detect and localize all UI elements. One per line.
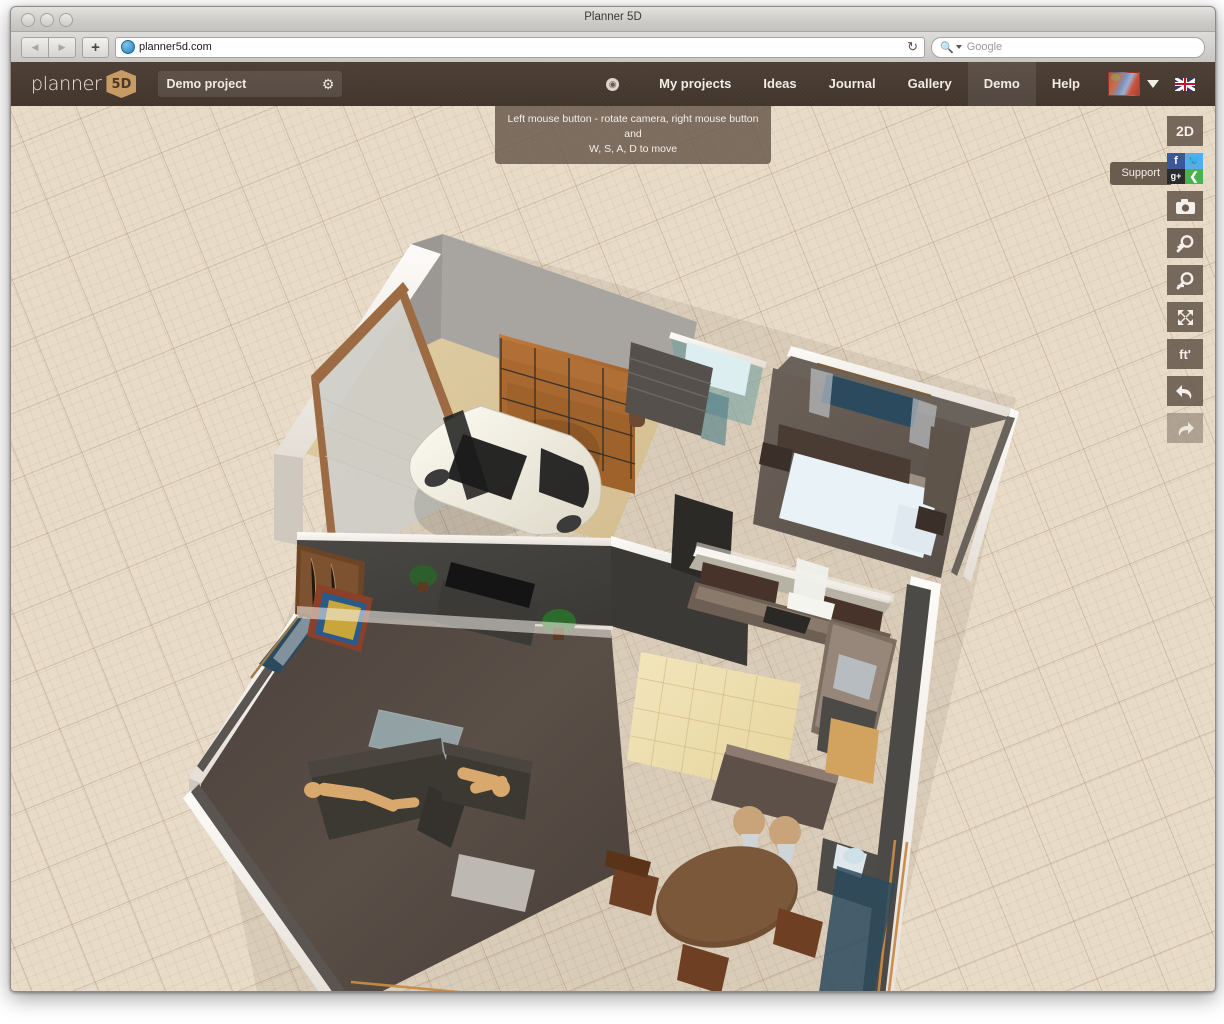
- zoom-out-button[interactable]: [1167, 265, 1203, 295]
- project-name-text: Demo project: [166, 77, 246, 91]
- project-name-field[interactable]: Demo project ⚙: [158, 71, 342, 97]
- url-bar[interactable]: planner5d.com ↻: [115, 37, 925, 58]
- browser-window: Planner 5D ◀ ▶ + planner5d.com ↻ 🔍 Googl…: [10, 6, 1216, 992]
- hint-line-1: Left mouse button - rotate camera, right…: [505, 112, 761, 142]
- globe-icon: [121, 40, 135, 54]
- nav-ideas[interactable]: Ideas: [747, 62, 812, 106]
- hint-line-2: W, S, A, D to move: [505, 142, 761, 157]
- screenshot-button[interactable]: [1167, 191, 1203, 221]
- new-tab-button[interactable]: +: [82, 37, 109, 58]
- magnifier-plus-icon: [1176, 234, 1195, 253]
- redo-arrow-icon: [1175, 420, 1195, 437]
- social-share-block: f 🐦 g+ ❮: [1167, 153, 1203, 184]
- redo-button[interactable]: [1167, 413, 1203, 443]
- logo-badge-text: 5D: [112, 77, 132, 92]
- expand-arrows-icon: [1176, 308, 1195, 327]
- nav-my-projects[interactable]: My projects: [643, 62, 747, 106]
- app-header: planner 5D Demo project ⚙ ◉ My projects …: [11, 62, 1215, 106]
- chevron-down-icon: [956, 45, 962, 49]
- scene-canvas[interactable]: [11, 106, 1215, 991]
- main-navigation: ◉ My projects Ideas Journal Gallery Demo…: [600, 62, 1205, 106]
- url-text: planner5d.com: [139, 41, 212, 53]
- magnifier-minus-icon: [1176, 271, 1195, 290]
- nav-journal[interactable]: Journal: [813, 62, 892, 106]
- browser-toolbar: ◀ ▶ + planner5d.com ↻ 🔍 Google: [11, 32, 1215, 63]
- twitter-icon[interactable]: 🐦: [1185, 153, 1203, 169]
- logo-text: planner: [31, 73, 101, 95]
- avatar[interactable]: [1108, 72, 1140, 96]
- window-title: Planner 5D: [11, 11, 1215, 23]
- zoom-in-button[interactable]: [1167, 228, 1203, 258]
- nav-gallery[interactable]: Gallery: [892, 62, 968, 106]
- uk-flag-icon[interactable]: [1175, 78, 1195, 91]
- undo-button[interactable]: [1167, 376, 1203, 406]
- forward-arrow-icon[interactable]: ▶: [49, 37, 76, 58]
- undo-arrow-icon: [1175, 383, 1195, 400]
- share-icon[interactable]: ❮: [1185, 169, 1203, 185]
- support-button[interactable]: Support: [1110, 162, 1171, 185]
- camera-controls-hint: Left mouse button - rotate camera, right…: [495, 106, 771, 164]
- scene-toolbar: 2D f 🐦 g+ ❮: [1167, 116, 1203, 443]
- view-toggle-2d-button[interactable]: 2D: [1167, 116, 1203, 146]
- back-arrow-icon[interactable]: ◀: [21, 37, 49, 58]
- nav-buttons: ◀ ▶: [21, 37, 76, 58]
- planner5d-logo[interactable]: planner 5D: [31, 70, 136, 98]
- search-placeholder: Google: [967, 41, 1002, 53]
- house-model: [11, 106, 1215, 991]
- fullscreen-button[interactable]: [1167, 302, 1203, 332]
- nav-help[interactable]: Help: [1036, 62, 1096, 106]
- search-icon: 🔍: [940, 41, 954, 54]
- camera-icon: [1176, 199, 1195, 214]
- reload-icon[interactable]: ↻: [907, 40, 918, 54]
- search-input[interactable]: 🔍 Google: [931, 37, 1205, 58]
- browser-titlebar: Planner 5D: [11, 7, 1215, 32]
- planner5d-app: planner 5D Demo project ⚙ ◉ My projects …: [11, 62, 1215, 991]
- gear-icon[interactable]: ⚙: [322, 77, 335, 91]
- units-button[interactable]: ft': [1167, 339, 1203, 369]
- nav-demo[interactable]: Demo: [968, 62, 1036, 106]
- chevron-down-icon[interactable]: [1147, 80, 1159, 88]
- logo-badge-icon: 5D: [106, 70, 136, 98]
- facebook-icon[interactable]: f: [1167, 153, 1185, 169]
- save-dot-icon[interactable]: ◉: [606, 78, 619, 91]
- google-plus-icon[interactable]: g+: [1167, 169, 1185, 185]
- floorplan-3d-render: [11, 106, 1215, 991]
